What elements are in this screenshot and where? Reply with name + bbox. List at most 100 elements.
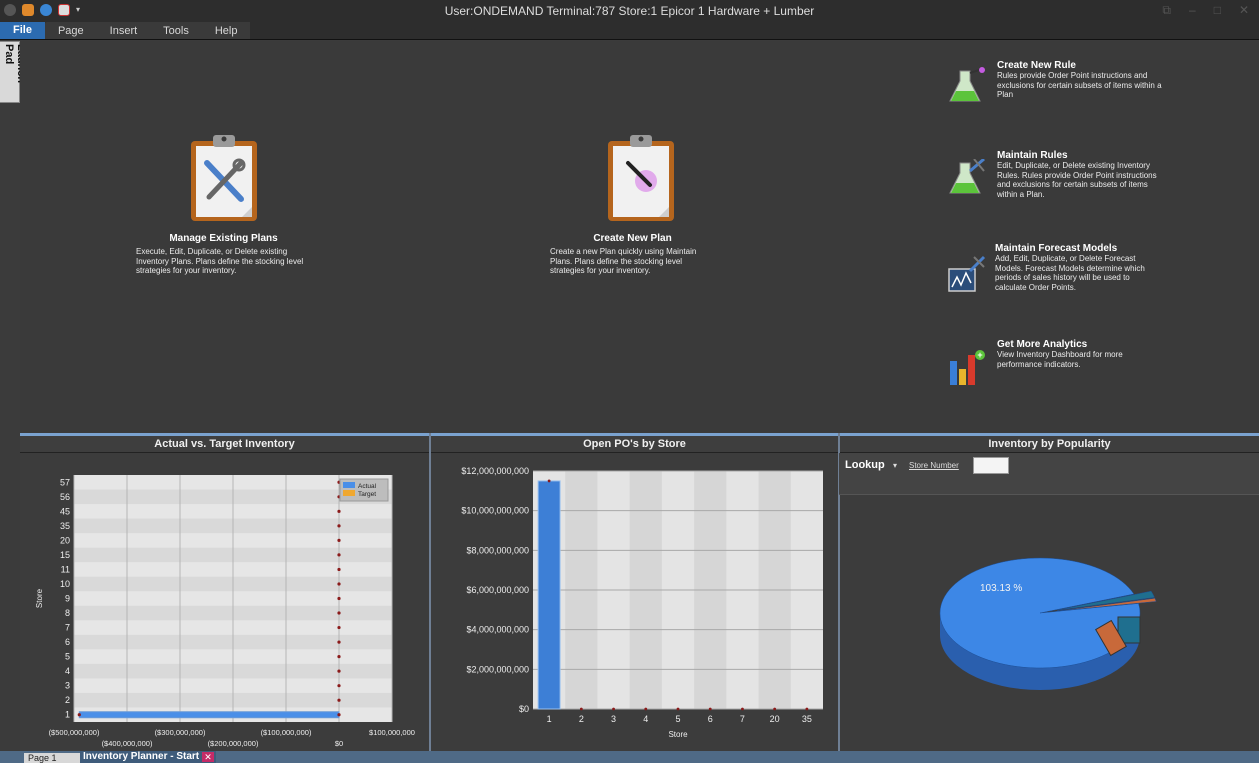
manage-plans-clipboard-icon[interactable] — [189, 133, 259, 223]
create-plan-clipboard-icon[interactable] — [606, 133, 676, 223]
legend-swatch — [343, 482, 355, 488]
y-tick-label: 56 — [60, 492, 70, 502]
bar-point — [773, 707, 777, 711]
maintain-forecast-tile[interactable]: Maintain Forecast Models Add, Edit, Dupl… — [995, 243, 1160, 292]
analytics-title[interactable]: Get More Analytics — [997, 339, 1157, 350]
analytics-tile[interactable]: Get More Analytics View Inventory Dashbo… — [997, 339, 1157, 369]
x-tick-label: ($300,000,000) — [155, 728, 206, 737]
bar-point — [579, 707, 583, 711]
bar-point — [708, 707, 712, 711]
y-tick-label: 7 — [65, 623, 70, 633]
x-tick-label: 5 — [675, 714, 680, 724]
manage-plans-desc: Execute, Edit, Duplicate, or Delete exis… — [136, 247, 304, 276]
target-point — [337, 611, 341, 615]
target-point — [337, 698, 341, 702]
target-point — [337, 625, 341, 630]
y-tick-label: 9 — [65, 594, 70, 604]
target-point — [337, 640, 341, 644]
bar-point — [676, 707, 680, 711]
target-point — [337, 509, 341, 513]
legend-label: Target — [358, 491, 376, 498]
x-tick-label: 6 — [708, 714, 713, 724]
y-tick-label: 57 — [60, 477, 70, 487]
target-point — [337, 553, 341, 557]
target-point — [337, 567, 341, 572]
x-tick-label: 20 — [770, 714, 780, 724]
menu-help[interactable]: Help — [202, 22, 251, 39]
x-tick-label: ($200,000,000) — [208, 739, 259, 748]
actual-target-panel: Actual vs. Target Inventory 1 2 3 4 5 6 7 8 9 10 1… — [20, 433, 429, 751]
x-tick-label: $100,000,000 — [369, 728, 415, 737]
restore-icon[interactable]: ⧉ — [1162, 3, 1171, 18]
manage-plans-title[interactable]: Manage Existing Plans — [136, 233, 311, 244]
forecast-chart-icon[interactable] — [948, 255, 986, 293]
x-tick-label: ($100,000,000) — [261, 728, 312, 737]
y-tick-label: 2 — [65, 695, 70, 705]
start-area: Manage Existing Plans Execute, Edit, Dup… — [20, 41, 1259, 433]
popularity-chart: 103.13 % — [939, 557, 1157, 690]
y-tick-label: $4,000,000,000 — [466, 625, 529, 635]
y-tick-label: 11 — [61, 564, 70, 574]
maintain-forecast-desc: Add, Edit, Duplicate, or Delete Forecast… — [995, 254, 1145, 292]
target-point — [337, 684, 341, 688]
actual-target-chart: 1234567891011152035455657Store($500,000,… — [35, 475, 415, 748]
legend-label: Actual — [358, 483, 377, 490]
flask-wand-icon[interactable] — [948, 67, 986, 105]
maintain-rules-tile[interactable]: Maintain Rules Edit, Duplicate, or Delet… — [997, 150, 1157, 199]
create-rule-tile[interactable]: Create New Rule Rules provide Order Poin… — [997, 60, 1167, 100]
window-title: User:ONDEMAND Terminal:787 Store:1 Epico… — [444, 4, 815, 18]
document-tab[interactable]: Inventory Planner - Start — [80, 751, 216, 763]
open-pos-chart: $0 $2,000,000,000 $4,000,000,000 $6,000,000… — [461, 466, 823, 739]
close-tab-icon[interactable]: ✕ — [202, 752, 214, 762]
store-number-input[interactable] — [973, 457, 1009, 474]
title-bar: ▾ User:ONDEMAND Terminal:787 Store:1 Epi… — [0, 0, 1259, 22]
flask-tools-icon[interactable] — [948, 159, 986, 197]
bar-point — [612, 707, 615, 711]
maintain-forecast-title[interactable]: Maintain Forecast Models — [995, 243, 1160, 254]
app-window: ▾ User:ONDEMAND Terminal:787 Store:1 Epi… — [0, 0, 1259, 763]
bar-point — [805, 707, 809, 711]
store-number-link[interactable]: Store Number — [909, 461, 959, 470]
bar — [537, 480, 561, 710]
minimize-icon[interactable]: – — [1189, 3, 1196, 18]
target-point — [337, 669, 341, 673]
create-plan-tile[interactable]: Create New Plan Create a new Plan quickl… — [550, 133, 715, 276]
close-icon[interactable]: ✕ — [1239, 3, 1249, 18]
y-tick-label: 3 — [65, 681, 70, 691]
y-tick-label: 1 — [65, 710, 70, 720]
lookup-bar: Lookup ▾ Store Number — [839, 453, 1259, 495]
menu-tools[interactable]: Tools — [150, 22, 202, 39]
menu-insert[interactable]: Insert — [97, 22, 151, 39]
menu-tabs: Page Insert Tools Help — [44, 22, 251, 39]
open-pos-title: Open PO's by Store — [431, 436, 838, 453]
x-axis-title: Store — [668, 730, 688, 739]
y-tick-label: 10 — [60, 579, 70, 589]
target-point — [337, 538, 341, 542]
maintain-rules-title[interactable]: Maintain Rules — [997, 150, 1157, 161]
manage-plans-tile[interactable]: Manage Existing Plans Execute, Edit, Dup… — [136, 133, 311, 276]
bar-point — [644, 707, 648, 711]
menu-file[interactable]: File — [0, 22, 45, 39]
x-tick-label: ($500,000,000) — [49, 728, 100, 737]
bar-point — [741, 707, 744, 711]
target-point — [337, 713, 341, 717]
y-tick-label: 35 — [60, 521, 70, 531]
create-rule-title[interactable]: Create New Rule — [997, 60, 1167, 71]
legend-swatch — [343, 490, 355, 496]
y-axis-title: Store — [35, 588, 44, 608]
x-tick-label: 1 — [547, 714, 552, 724]
x-tick-label: 35 — [802, 714, 812, 724]
launch-pad-tab[interactable]: Launch Pad — [0, 41, 27, 103]
lookup-dropdown-icon[interactable]: ▾ — [893, 461, 897, 470]
actual-bar — [78, 711, 340, 719]
target-point — [337, 655, 341, 659]
page-tab[interactable]: Page 1 — [24, 753, 80, 763]
y-tick-label: 8 — [65, 608, 70, 618]
pie-label: 103.13 % — [980, 583, 1022, 594]
create-rule-desc: Rules provide Order Point instructions a… — [997, 71, 1162, 100]
menu-page[interactable]: Page — [45, 22, 97, 39]
analytics-bars-icon[interactable]: + — [948, 349, 986, 387]
lookup-menu[interactable]: Lookup — [845, 459, 885, 471]
create-plan-title[interactable]: Create New Plan — [550, 233, 715, 244]
maximize-icon[interactable]: □ — [1214, 3, 1221, 18]
